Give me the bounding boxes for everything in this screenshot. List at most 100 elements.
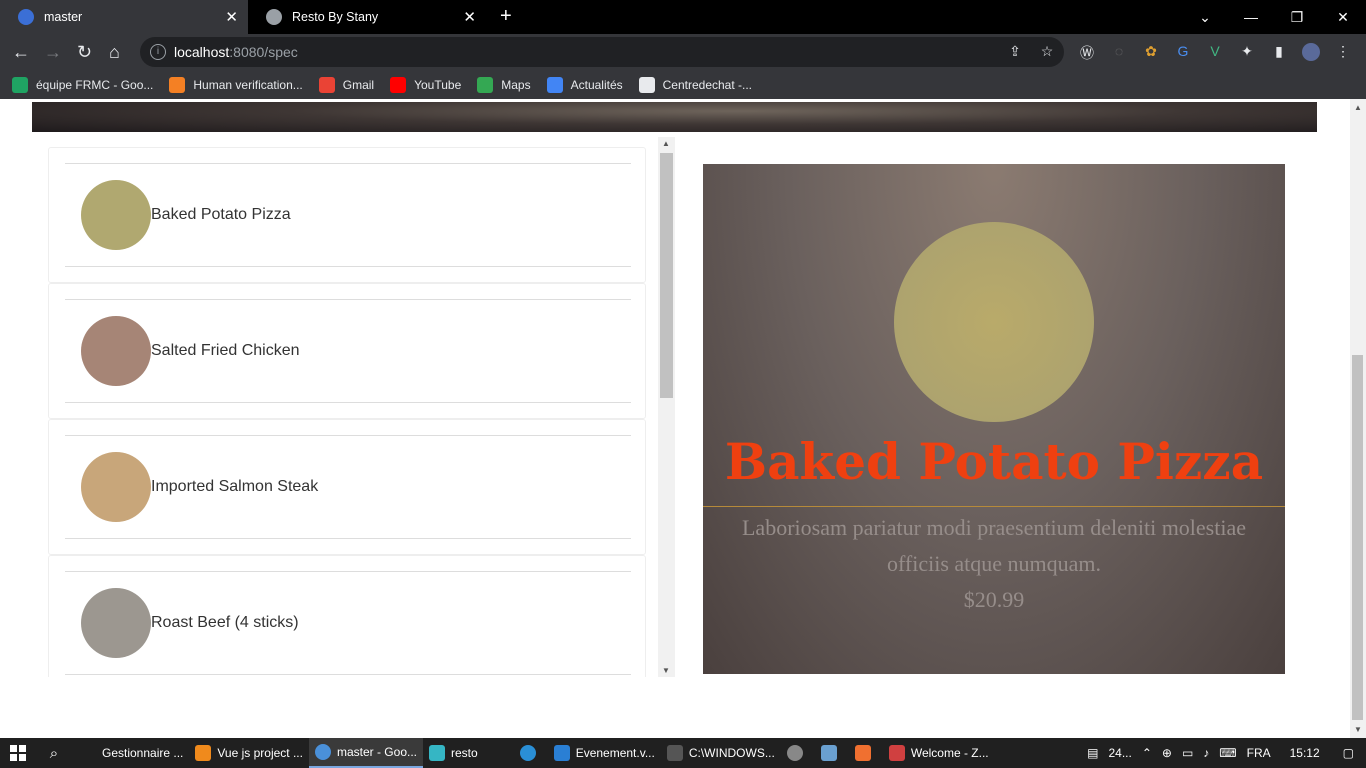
notifications-icon[interactable]: ▢ xyxy=(1343,746,1354,760)
hero-banner xyxy=(32,102,1317,132)
scroll-down-icon[interactable]: ▼ xyxy=(1354,725,1362,734)
menu-item[interactable]: Salted Fried Chicken xyxy=(65,299,631,403)
home-icon[interactable]: ⌂ xyxy=(109,42,120,63)
dish-description: Laboriosam pariatur modi praesentium del… xyxy=(741,515,1246,576)
app-favicon-icon xyxy=(18,9,34,25)
menu-kebab-icon[interactable]: ⋮ xyxy=(1334,43,1352,61)
profile-avatar[interactable] xyxy=(1302,43,1320,61)
close-icon[interactable]: ✕ xyxy=(463,8,476,26)
dish-thumbnail xyxy=(81,180,151,250)
tab-resto-by-stany[interactable]: Resto By Stany ✕ xyxy=(248,0,486,34)
scroll-up-icon[interactable]: ▲ xyxy=(1354,103,1362,112)
reload-icon[interactable]: ↻ xyxy=(77,42,92,63)
app-icon xyxy=(820,745,837,761)
translate-icon[interactable]: G xyxy=(1174,43,1192,61)
menu-card[interactable]: Salted Fried Chicken xyxy=(48,283,646,419)
extensions-puzzle-icon[interactable]: ✦ xyxy=(1238,43,1256,61)
bookmark-item[interactable]: Centredechat -... xyxy=(638,76,752,93)
close-icon[interactable]: ✕ xyxy=(225,8,238,26)
tab-title: Resto By Stany xyxy=(292,10,379,24)
bookmark-item[interactable]: Actualités xyxy=(546,76,623,93)
sheets-icon xyxy=(12,76,28,93)
bookmark-item[interactable]: Gmail xyxy=(318,76,374,93)
page-content: Baked Potato Pizza Salted Fried Chicken … xyxy=(0,99,1350,738)
edge-icon xyxy=(519,745,536,761)
menu-card[interactable]: Baked Potato Pizza xyxy=(48,147,646,283)
dish-name: Imported Salmon Steak xyxy=(151,478,319,495)
start-button[interactable] xyxy=(0,738,36,768)
taskbar-item[interactable] xyxy=(849,738,883,768)
restore-button[interactable]: ❐ xyxy=(1274,0,1320,34)
site-info-icon[interactable]: i xyxy=(150,44,166,60)
taskbar-item[interactable]: Welcome - Z... xyxy=(883,738,995,768)
extension-sync-icon[interactable]: ◌ xyxy=(1110,43,1128,61)
media-icon xyxy=(786,745,803,761)
taskbar-item[interactable]: Evenement.v... xyxy=(548,738,661,768)
menu-card[interactable]: Imported Salmon Steak xyxy=(48,419,646,555)
menu-item[interactable]: Imported Salmon Steak xyxy=(65,435,631,539)
dish-name: Salted Fried Chicken xyxy=(151,342,300,359)
dish-name: Roast Beef (4 sticks) xyxy=(151,614,299,631)
taskbar-item[interactable]: resto xyxy=(423,738,484,768)
search-icon[interactable]: ⌕ xyxy=(36,738,72,768)
taskbar-item[interactable]: master - Goo... xyxy=(308,738,423,768)
menu-item[interactable]: Roast Beef (4 sticks) xyxy=(65,571,631,675)
dish-detail-panel: Baked Potato Pizza Laboriosam pariatur m… xyxy=(703,164,1285,674)
side-panel-icon[interactable]: ▮ xyxy=(1270,43,1288,61)
close-window-button[interactable]: ✕ xyxy=(1320,0,1366,34)
bookmark-item[interactable]: YouTube xyxy=(390,76,461,93)
chat-icon xyxy=(638,76,655,93)
taskbar-item[interactable] xyxy=(815,738,849,768)
scroll-up-icon[interactable]: ▲ xyxy=(662,139,670,148)
chrome-icon xyxy=(314,744,331,760)
cmd-icon xyxy=(666,745,683,761)
taskbar-item[interactable]: Vue js project ... xyxy=(189,738,309,768)
menu-list-scrollbar[interactable]: ▲ ▼ xyxy=(658,137,675,677)
volume-icon[interactable]: ♪ xyxy=(1203,746,1209,760)
minimize-button[interactable]: — xyxy=(1228,0,1274,34)
folder-icon xyxy=(429,745,445,761)
menu-list[interactable]: Baked Potato Pizza Salted Fried Chicken … xyxy=(46,137,658,677)
vscode-icon xyxy=(553,745,570,761)
back-icon[interactable]: ← xyxy=(12,42,30,63)
news-widget-icon[interactable]: ▤ xyxy=(1087,746,1098,760)
taskbar-item[interactable]: Gestionnaire ... xyxy=(96,738,189,768)
network-icon[interactable]: ⊕ xyxy=(1162,746,1172,760)
chevron-up-icon[interactable]: ⌃ xyxy=(1142,746,1152,760)
new-tab-button[interactable]: + xyxy=(500,5,512,28)
battery-icon[interactable]: ▭ xyxy=(1182,746,1193,760)
extension-w-icon[interactable]: Ⓦ xyxy=(1078,43,1096,61)
address-bar[interactable]: i localhost :8080/spec xyxy=(140,37,1064,67)
dish-price: $20.99 xyxy=(963,587,1025,612)
url-path: :8080/spec xyxy=(229,44,298,60)
news-widget-label[interactable]: 24... xyxy=(1108,746,1131,760)
tab-title: master xyxy=(44,10,83,24)
scroll-down-icon[interactable]: ▼ xyxy=(662,666,670,675)
forward-icon[interactable]: → xyxy=(44,42,62,63)
extension-color-icon[interactable]: ✿ xyxy=(1142,43,1160,61)
menu-item[interactable]: Baked Potato Pizza xyxy=(65,163,631,267)
bookmark-item[interactable]: équipe FRMC - Goo... xyxy=(12,76,153,93)
clock[interactable]: 15:12 xyxy=(1290,746,1320,760)
scrollbar-thumb[interactable] xyxy=(1352,355,1363,720)
scrollbar-thumb[interactable] xyxy=(660,153,673,398)
vue-devtools-icon[interactable]: V xyxy=(1206,43,1224,61)
taskbar-item[interactable] xyxy=(781,738,815,768)
windows-taskbar: ⌕ Gestionnaire ... Vue js project ... ma… xyxy=(0,738,1366,768)
tab-search-icon[interactable]: ⌄ xyxy=(1182,0,1228,34)
menu-card[interactable]: Roast Beef (4 sticks) xyxy=(48,555,646,677)
news-icon xyxy=(546,76,563,93)
bookmark-item[interactable]: Human verification... xyxy=(169,76,303,93)
url-host: localhost xyxy=(174,44,230,60)
stackoverflow-icon xyxy=(169,76,186,93)
bookmark-item[interactable]: Maps xyxy=(477,76,531,93)
share-icon[interactable]: ⇪ xyxy=(1006,43,1024,61)
language-indicator[interactable]: FRA xyxy=(1247,746,1271,760)
tab-master[interactable]: master ✕ xyxy=(0,0,248,34)
taskbar-item[interactable]: C:\WINDOWS... xyxy=(661,738,781,768)
taskbar-item[interactable] xyxy=(514,738,548,768)
dish-thumbnail xyxy=(81,588,151,658)
bookmark-star-icon[interactable]: ☆ xyxy=(1038,43,1056,61)
keyboard-icon[interactable]: ⌨ xyxy=(1219,746,1236,760)
page-scrollbar[interactable]: ▲ ▼ xyxy=(1350,99,1366,738)
